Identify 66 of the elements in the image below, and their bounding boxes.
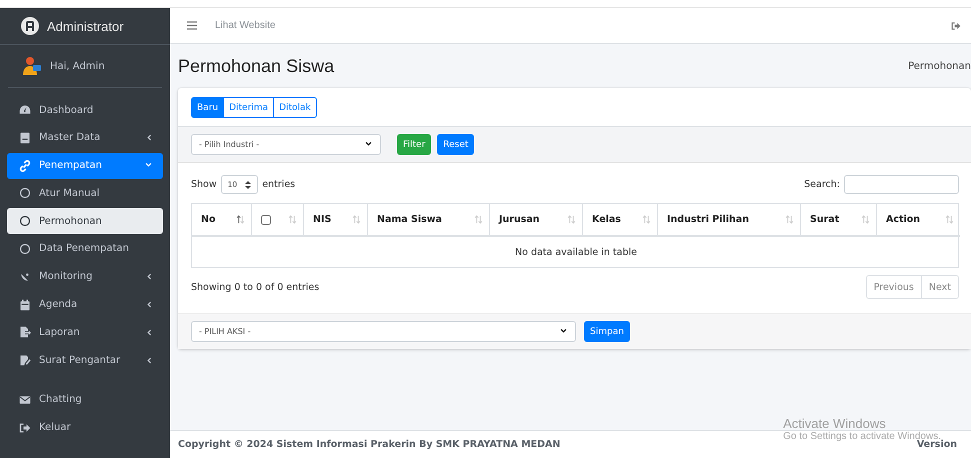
book-icon	[19, 132, 31, 144]
sidebar-item[interactable]: Dashboard	[7, 97, 163, 123]
sidebar-subitem[interactable]: Permohonan	[7, 208, 163, 234]
brand-title: Administrator	[47, 18, 124, 34]
column-header[interactable]: No	[192, 204, 252, 237]
sidebar-item[interactable]: Monitoring	[7, 264, 163, 290]
show-label: Show	[191, 179, 217, 190]
table-info: Showing 0 to 0 of 0 entries	[191, 282, 320, 292]
sidebar-item[interactable]: Laporan	[7, 319, 163, 346]
envelope-icon	[19, 394, 31, 406]
sort-icon	[945, 215, 954, 224]
sidebar-item[interactable]: Chatting	[7, 386, 163, 413]
sort-icon	[352, 215, 361, 224]
sidebar-item[interactable]: Surat Pengantar	[7, 347, 163, 374]
user-avatar-icon	[22, 56, 42, 76]
sidebar-item[interactable]: Keluar	[7, 414, 163, 441]
column-header[interactable]: Nama Siswa	[368, 204, 490, 237]
save-button[interactable]: Simpan	[584, 321, 630, 342]
tab[interactable]: Ditolak	[273, 97, 317, 118]
logo-icon	[21, 17, 39, 35]
logout-icon[interactable]	[951, 20, 961, 30]
menu-icon[interactable]	[187, 21, 197, 30]
logout-icon	[19, 422, 31, 434]
sort-icon	[785, 215, 794, 224]
breadcrumb[interactable]: Permohonan	[908, 60, 971, 72]
sidebar-item[interactable]: Penempatan	[7, 152, 163, 179]
gauge-icon	[19, 104, 31, 116]
empty-table-message: No data available in table	[514, 246, 638, 260]
action-select[interactable]: - PILIH AKSI -	[191, 321, 576, 342]
search-label: Search:	[804, 179, 840, 190]
select-all-checkbox[interactable]	[261, 214, 271, 224]
tab[interactable]: Diterima	[223, 97, 274, 118]
tab[interactable]: Baru	[191, 97, 224, 118]
column-header[interactable]: Industri Pilihan	[658, 204, 801, 237]
sort-icon	[288, 215, 297, 224]
reset-button[interactable]: Reset	[437, 134, 474, 155]
calendar-icon	[19, 298, 31, 311]
sidebar-subitem[interactable]: Data Penempatan	[7, 236, 163, 262]
spinner-icon	[245, 180, 252, 188]
page-title: Permohonan Siswa	[178, 56, 334, 76]
sidebar-item[interactable]: Master Data	[7, 124, 163, 151]
column-header[interactable]: Action	[877, 204, 960, 237]
file-export-icon	[19, 326, 31, 338]
circle-icon	[19, 215, 31, 228]
column-header[interactable]: Jurusan	[490, 204, 583, 237]
user-greeting: Hai, Admin	[50, 60, 105, 72]
sort-icon	[567, 215, 576, 224]
version-label: Version	[916, 439, 957, 450]
sort-icon	[861, 215, 870, 224]
sidebar-item[interactable]: Agenda	[7, 292, 163, 318]
sort-icon	[236, 215, 245, 224]
circle-icon	[19, 242, 31, 255]
sort-icon	[474, 215, 483, 224]
search-field[interactable]	[844, 175, 959, 194]
column-header[interactable]: Kelas	[583, 204, 658, 237]
column-header[interactable]: Surat	[801, 204, 877, 237]
circle-icon	[19, 187, 31, 200]
sidebar-subitem[interactable]: Atur Manual	[7, 180, 163, 206]
signature-icon	[19, 354, 31, 366]
industry-select[interactable]: - Pilih Industri -	[191, 134, 381, 155]
entries-label: entries	[262, 179, 296, 190]
activation-title: Activate Windows	[783, 416, 887, 431]
sort-icon	[642, 215, 651, 224]
copyright-text: Copyright © 2024 Sistem Informasi Prakerin By SMK PRAYATNA MEDAN	[178, 439, 560, 450]
link-icon	[19, 160, 31, 172]
column-header[interactable]: NIS	[304, 204, 368, 237]
